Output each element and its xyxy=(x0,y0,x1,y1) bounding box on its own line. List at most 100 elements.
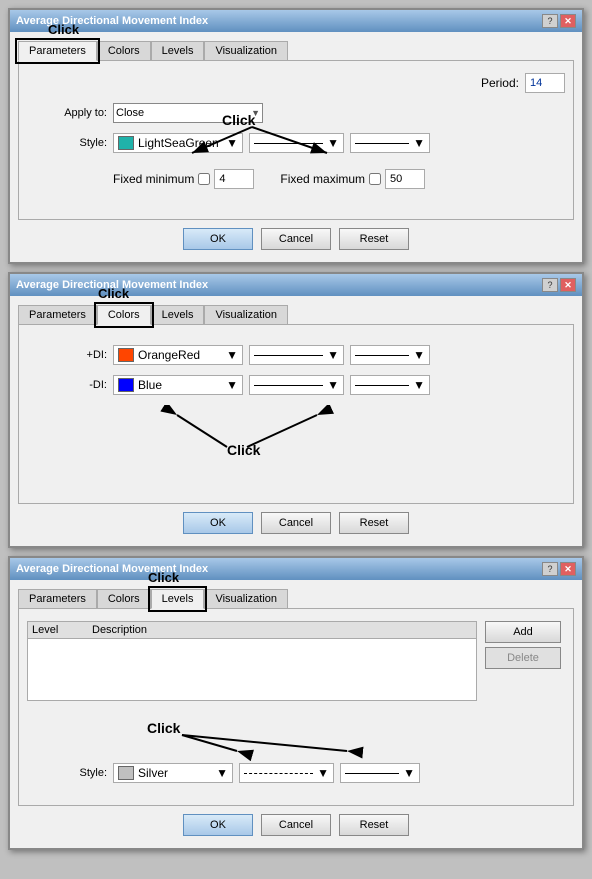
add-button[interactable]: Add xyxy=(485,621,561,643)
tab-visualization-1[interactable]: Visualization xyxy=(204,41,288,61)
tab-colors-1[interactable]: Colors xyxy=(97,41,151,61)
period-row: Period: xyxy=(27,73,565,93)
col-level: Level xyxy=(32,624,92,636)
ok-button-3[interactable]: OK xyxy=(183,814,253,836)
fixed-max-input[interactable] xyxy=(385,169,425,189)
tab-parameters-3[interactable]: Parameters xyxy=(18,589,97,609)
col-desc: Description xyxy=(92,624,472,636)
dialog-title-1: Average Directional Movement Index xyxy=(16,15,208,27)
levels-table-header: Level Description xyxy=(28,622,476,639)
apply-arrow-icon: ▼ xyxy=(251,108,260,118)
pdi-row: +DI: OrangeRed ▼ ▼ ▼ xyxy=(27,345,565,365)
tab-levels-2[interactable]: Levels xyxy=(151,305,205,325)
levels-right: Add Delete xyxy=(485,621,565,709)
titlebar-buttons-1: ? ✕ xyxy=(542,14,576,28)
line-preview-1a xyxy=(254,143,323,144)
fixed-min-checkbox[interactable] xyxy=(198,173,210,185)
arrows-svg-3: Click xyxy=(27,713,527,763)
style-label-1: Style: xyxy=(27,137,107,149)
period-input[interactable] xyxy=(525,73,565,93)
reset-button-3[interactable]: Reset xyxy=(339,814,409,836)
color-arrow-icon: ▼ xyxy=(226,136,238,150)
svg-text:Click: Click xyxy=(227,442,261,458)
tab-parameters-1[interactable]: Parameters xyxy=(18,41,97,61)
delete-button[interactable]: Delete xyxy=(485,647,561,669)
tabs-3: Parameters Colors Levels Visualization xyxy=(18,588,574,608)
cancel-button-3[interactable]: Cancel xyxy=(261,814,331,836)
dialog-2: Average Directional Movement Index ? ✕ C… xyxy=(8,272,584,548)
titlebar-3: Average Directional Movement Index ? ✕ xyxy=(10,558,582,580)
pdi-line-style-a[interactable]: ▼ xyxy=(249,345,344,365)
pdi-color-arrow-icon: ▼ xyxy=(226,348,238,362)
arrows-container-3: Click xyxy=(27,713,565,763)
reset-button-2[interactable]: Reset xyxy=(339,512,409,534)
tab-levels-1[interactable]: Levels xyxy=(151,41,205,61)
help-button-2[interactable]: ? xyxy=(542,278,558,292)
help-button-1[interactable]: ? xyxy=(542,14,558,28)
titlebar-buttons-2: ? ✕ xyxy=(542,278,576,292)
mdi-color-selector[interactable]: Blue ▼ xyxy=(113,375,243,395)
pdi-line-arrow-b-icon: ▼ xyxy=(413,348,425,362)
dialog-1: Average Directional Movement Index ? ✕ C… xyxy=(8,8,584,264)
dialog-content-3: Click Parameters Colors Levels Visualiza… xyxy=(10,580,582,848)
apply-select[interactable]: Close ▼ xyxy=(113,103,263,123)
fixed-max-row: Fixed maximum xyxy=(280,169,425,189)
reset-button-1[interactable]: Reset xyxy=(339,228,409,250)
cancel-button-1[interactable]: Cancel xyxy=(261,228,331,250)
levels-table: Level Description xyxy=(27,621,477,701)
ok-button-2[interactable]: OK xyxy=(183,512,253,534)
style-line-dashed-3[interactable]: ▼ xyxy=(239,763,334,783)
pdi-line-preview-a xyxy=(254,355,323,356)
close-button-3[interactable]: ✕ xyxy=(560,562,576,576)
style-color-arrow-3-icon: ▼ xyxy=(216,766,228,780)
levels-layout: Level Description Add Delete xyxy=(27,621,565,709)
mdi-line-arrow-a-icon: ▼ xyxy=(327,378,339,392)
style-color-name-3: Silver xyxy=(138,766,168,780)
fixed-min-input[interactable] xyxy=(214,169,254,189)
style-label-3: Style: xyxy=(27,767,107,779)
tab-levels-3[interactable]: Levels xyxy=(151,589,205,609)
annotation-click-1: Click xyxy=(48,22,79,37)
buttons-row-3: OK Cancel Reset xyxy=(18,806,574,840)
tab-panel-3: Level Description Add Delete xyxy=(18,608,574,806)
pdi-label: +DI: xyxy=(27,349,107,361)
arrows-container-2: Click xyxy=(27,405,565,465)
close-button-2[interactable]: ✕ xyxy=(560,278,576,292)
mdi-row: -DI: Blue ▼ ▼ ▼ xyxy=(27,375,565,395)
style-row-1: Style: LightSeaGreen ▼ ▼ ▼ xyxy=(27,133,565,153)
mdi-line-style-a[interactable]: ▼ xyxy=(249,375,344,395)
tab-colors-3[interactable]: Colors xyxy=(97,589,151,609)
annotation-click-2: Click xyxy=(98,286,129,301)
fixed-row: Fixed minimum Fixed maximum xyxy=(27,169,565,189)
style-row-3: Style: Silver ▼ ▼ ▼ xyxy=(27,763,565,783)
tab-visualization-2[interactable]: Visualization xyxy=(204,305,288,325)
tab-visualization-3[interactable]: Visualization xyxy=(204,589,288,609)
help-button-3[interactable]: ? xyxy=(542,562,558,576)
levels-left: Level Description xyxy=(27,621,477,709)
mdi-line-preview-a xyxy=(254,385,323,386)
style-line-width-3[interactable]: ▼ xyxy=(340,763,420,783)
ok-button-1[interactable]: OK xyxy=(183,228,253,250)
arrows-svg-2: Click xyxy=(27,405,527,465)
mdi-line-arrow-b-icon: ▼ xyxy=(413,378,425,392)
cancel-button-2[interactable]: Cancel xyxy=(261,512,331,534)
mdi-line-style-b[interactable]: ▼ xyxy=(350,375,430,395)
tab-colors-2[interactable]: Colors xyxy=(97,305,151,325)
line-style-1a[interactable]: ▼ xyxy=(249,133,344,153)
pdi-line-style-b[interactable]: ▼ xyxy=(350,345,430,365)
color-swatch-1 xyxy=(118,136,134,150)
style-color-selector-3[interactable]: Silver ▼ xyxy=(113,763,233,783)
color-selector-1[interactable]: LightSeaGreen ▼ xyxy=(113,133,243,153)
pdi-color-selector[interactable]: OrangeRed ▼ xyxy=(113,345,243,365)
buttons-row-2: OK Cancel Reset xyxy=(18,504,574,538)
pdi-line-arrow-a-icon: ▼ xyxy=(327,348,339,362)
style-line-dashed-preview xyxy=(244,773,313,774)
style-line-arrow-3b-icon: ▼ xyxy=(403,766,415,780)
close-button-1[interactable]: ✕ xyxy=(560,14,576,28)
apply-row: Apply to: Close ▼ xyxy=(27,103,565,123)
annotation-click-3: Click xyxy=(148,570,179,585)
fixed-max-checkbox[interactable] xyxy=(369,173,381,185)
tab-parameters-2[interactable]: Parameters xyxy=(18,305,97,325)
tabs-2: Parameters Colors Levels Visualization xyxy=(18,304,574,324)
line-style-1b[interactable]: ▼ xyxy=(350,133,430,153)
